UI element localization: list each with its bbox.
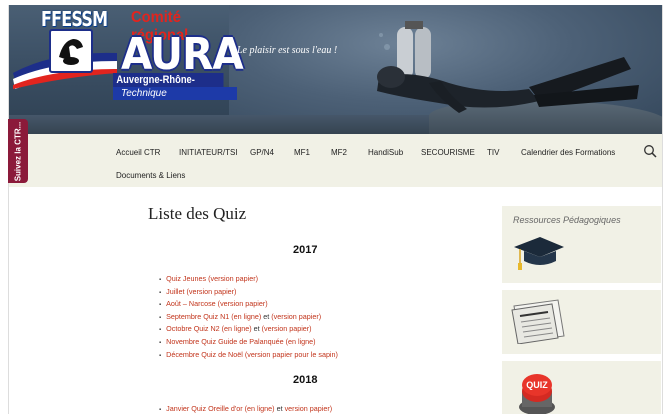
widget-title: Ressources Pédagogiques [513, 215, 621, 225]
logo-diver-badge [49, 29, 93, 73]
page-frame: FFESSM Comité régional AURA Auvergne-Rhô… [8, 5, 663, 414]
newspaper-icon[interactable] [510, 298, 566, 344]
list-item: Juillet (version papier) [159, 286, 338, 299]
page-title: Liste des Quiz [148, 204, 247, 223]
site-logo[interactable]: FFESSM Comité régional AURA Auvergne-Rhô… [13, 5, 244, 103]
nav-item-calendrier[interactable]: Calendrier des Formations [521, 148, 615, 157]
widget-quiz: QUIZ [502, 361, 661, 414]
quiz-link[interactable]: Octobre Quiz N2 (en ligne) [166, 324, 252, 333]
list-item: Novembre Quiz Guide de Palanquée (en lig… [159, 336, 338, 349]
quiz-link[interactable]: Quiz Jeunes (version papier) [166, 274, 258, 283]
quiz-list-2018: Janvier Quiz Oreille d'or (en ligne) et … [159, 403, 332, 414]
quiz-buzzer-icon[interactable]: QUIZ [516, 367, 558, 414]
logo-region-text: Auvergne-Rhône-Alpes [113, 73, 224, 100]
nav-item-mf1[interactable]: MF1 [294, 148, 310, 157]
header-banner: FFESSM Comité régional AURA Auvergne-Rhô… [9, 5, 662, 134]
nav-item-handisub[interactable]: HandiSub [368, 148, 403, 157]
quiz-link[interactable]: Décembre Quiz de Noël (version papier po… [166, 350, 338, 359]
link-joiner: et [261, 311, 272, 321]
graduation-cap-icon[interactable] [512, 235, 566, 273]
quiz-buzzer-label: QUIZ [526, 380, 548, 390]
nav-item-mf2[interactable]: MF2 [331, 148, 347, 157]
list-item: Septembre Quiz N1 (en ligne) et (version… [159, 311, 338, 324]
list-item: Quiz Jeunes (version papier) [159, 273, 338, 286]
header-tagline: Le plaisir est sous l'eau ! [237, 45, 338, 56]
follow-ctr-label: Suivez la CTR... [13, 121, 23, 181]
list-item: Janvier Quiz Oreille d'or (en ligne) et … [159, 403, 332, 414]
nav-item-documents[interactable]: Documents & Liens [116, 171, 185, 180]
quiz-link-paper[interactable]: version papier) [285, 404, 333, 413]
diver-image [377, 21, 639, 113]
nav-item-initiateur[interactable]: INITIATEUR/TSI [179, 148, 238, 157]
link-joiner: et [251, 324, 262, 334]
widget-ressources: Ressources Pédagogiques [502, 206, 661, 283]
follow-ctr-tab[interactable]: Suivez la CTR... [8, 119, 28, 183]
quiz-list-2017: Quiz Jeunes (version papier) Juillet (ve… [159, 273, 338, 361]
list-item: Août – Narcose (version papier) [159, 298, 338, 311]
quiz-link-paper[interactable]: (version papier) [271, 312, 321, 321]
nav-item-tiv[interactable]: TIV [487, 148, 499, 157]
nav-item-gp-n4[interactable]: GP/N4 [250, 148, 274, 157]
search-icon[interactable] [643, 144, 657, 158]
list-item: Décembre Quiz de Noël (version papier po… [159, 349, 338, 362]
logo-technique-text: Technique [113, 87, 237, 100]
year-heading-2017: 2017 [293, 244, 318, 256]
quiz-link-paper[interactable]: (version papier) [262, 324, 312, 333]
year-heading-2018: 2018 [293, 374, 318, 386]
quiz-link[interactable]: Janvier Quiz Oreille d'or (en ligne) [166, 404, 274, 413]
main-nav: Accueil CTR INITIATEUR/TSI GP/N4 MF1 MF2… [9, 134, 662, 187]
logo-ffessm-text: FFESSM [41, 7, 108, 31]
widget-newspaper [502, 290, 661, 354]
quiz-link[interactable]: Juillet (version papier) [166, 287, 236, 296]
quiz-link[interactable]: Novembre Quiz Guide de Palanquée (en lig… [166, 337, 315, 346]
link-joiner: et [274, 404, 285, 413]
quiz-link[interactable]: Septembre Quiz N1 (en ligne) [166, 312, 261, 321]
nav-item-secourisme[interactable]: SECOURISME [421, 148, 475, 157]
nav-item-accueil[interactable]: Accueil CTR [116, 148, 160, 157]
quiz-link[interactable]: Août – Narcose (version papier) [166, 299, 267, 308]
list-item: Octobre Quiz N2 (en ligne) et (version p… [159, 323, 338, 336]
